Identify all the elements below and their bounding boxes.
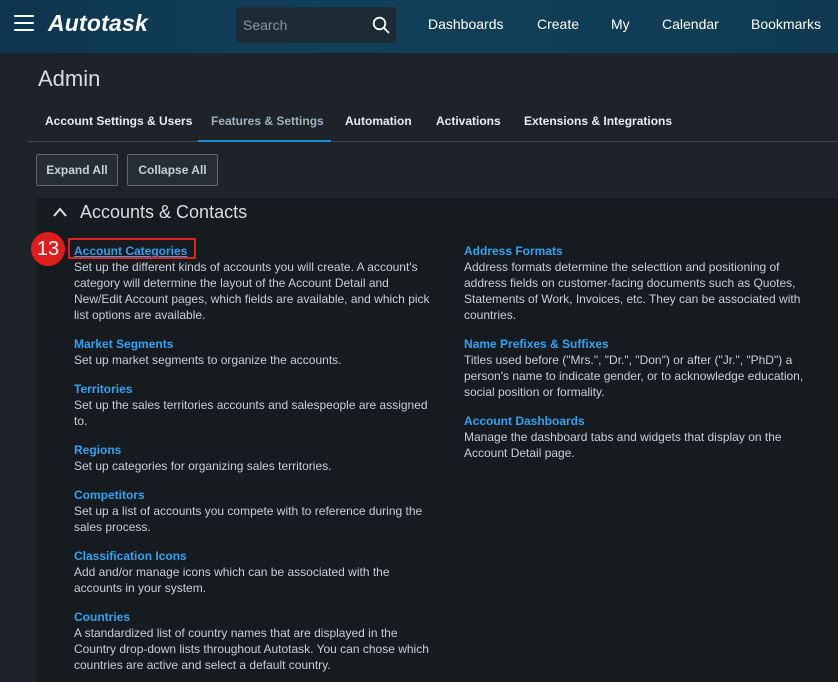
list-item: Classification Icons Add and/or manage i… [74, 548, 434, 596]
list-item: Account Dashboards Manage the dashboard … [464, 413, 809, 461]
list-item: Competitors Set up a list of accounts yo… [74, 487, 434, 535]
nav-create[interactable]: Create [537, 0, 579, 53]
top-navigation-bar: Autotask Dashboards Create My Calendar B… [0, 0, 838, 53]
territories-link[interactable]: Territories [74, 381, 434, 397]
admin-tabs: Account Settings & Users Features & Sett… [27, 106, 838, 142]
item-description: Titles used before ("Mrs.", "Dr.", "Don"… [464, 353, 804, 399]
regions-link[interactable]: Regions [74, 442, 434, 458]
autotask-logo[interactable]: Autotask [48, 10, 148, 37]
search-input[interactable] [236, 7, 364, 43]
address-formats-link[interactable]: Address Formats [464, 243, 809, 259]
highlight-box [68, 238, 196, 259]
item-description: Address formats determine the selecttion… [464, 260, 801, 322]
list-item: Name Prefixes & Suffixes Titles used bef… [464, 336, 809, 400]
list-item: Regions Set up categories for organizing… [74, 442, 434, 474]
item-description: Set up categories for organizing sales t… [74, 459, 332, 473]
item-description: Manage the dashboard tabs and widgets th… [464, 430, 782, 460]
nav-calendar[interactable]: Calendar [662, 0, 719, 53]
classification-icons-link[interactable]: Classification Icons [74, 548, 434, 564]
tab-account-settings-users[interactable]: Account Settings & Users [45, 106, 192, 142]
collapse-all-button[interactable]: Collapse All [127, 154, 218, 186]
tab-activations[interactable]: Activations [436, 106, 501, 142]
nav-dashboards[interactable]: Dashboards [428, 0, 504, 53]
tab-features-settings[interactable]: Features & Settings [198, 106, 331, 142]
item-description: Set up a list of accounts you compete wi… [74, 504, 423, 534]
item-description: Set up market segments to organize the a… [74, 353, 342, 367]
tab-automation[interactable]: Automation [345, 106, 412, 142]
list-item: Countries A standardized list of country… [74, 609, 434, 673]
list-item: Address Formats Address formats determin… [464, 243, 809, 323]
hamburger-menu-icon[interactable] [14, 15, 34, 33]
market-segments-link[interactable]: Market Segments [74, 336, 434, 352]
item-description: Set up the different kinds of accounts y… [74, 260, 430, 322]
account-dashboards-link[interactable]: Account Dashboards [464, 413, 809, 429]
item-description: Add and/or manage icons which can be ass… [74, 565, 390, 595]
item-description: Set up the sales territories accounts an… [74, 398, 428, 428]
nav-my[interactable]: My [611, 0, 630, 53]
section-title[interactable]: Accounts & Contacts [80, 202, 247, 223]
nav-bookmarks[interactable]: Bookmarks [751, 0, 821, 53]
chevron-up-icon[interactable] [52, 206, 68, 218]
search-icon[interactable] [372, 16, 390, 34]
step-badge: 13 [31, 232, 65, 266]
search-box [236, 7, 396, 43]
list-item: Market Segments Set up market segments t… [74, 336, 434, 368]
list-item: Territories Set up the sales territories… [74, 381, 434, 429]
expand-all-button[interactable]: Expand All [36, 154, 118, 186]
name-prefixes-suffixes-link[interactable]: Name Prefixes & Suffixes [464, 336, 809, 352]
tab-extensions-integrations[interactable]: Extensions & Integrations [524, 106, 672, 142]
countries-link[interactable]: Countries [74, 609, 434, 625]
page-title: Admin [38, 66, 101, 91]
competitors-link[interactable]: Competitors [74, 487, 434, 503]
item-description: A standardized list of country names tha… [74, 626, 429, 672]
